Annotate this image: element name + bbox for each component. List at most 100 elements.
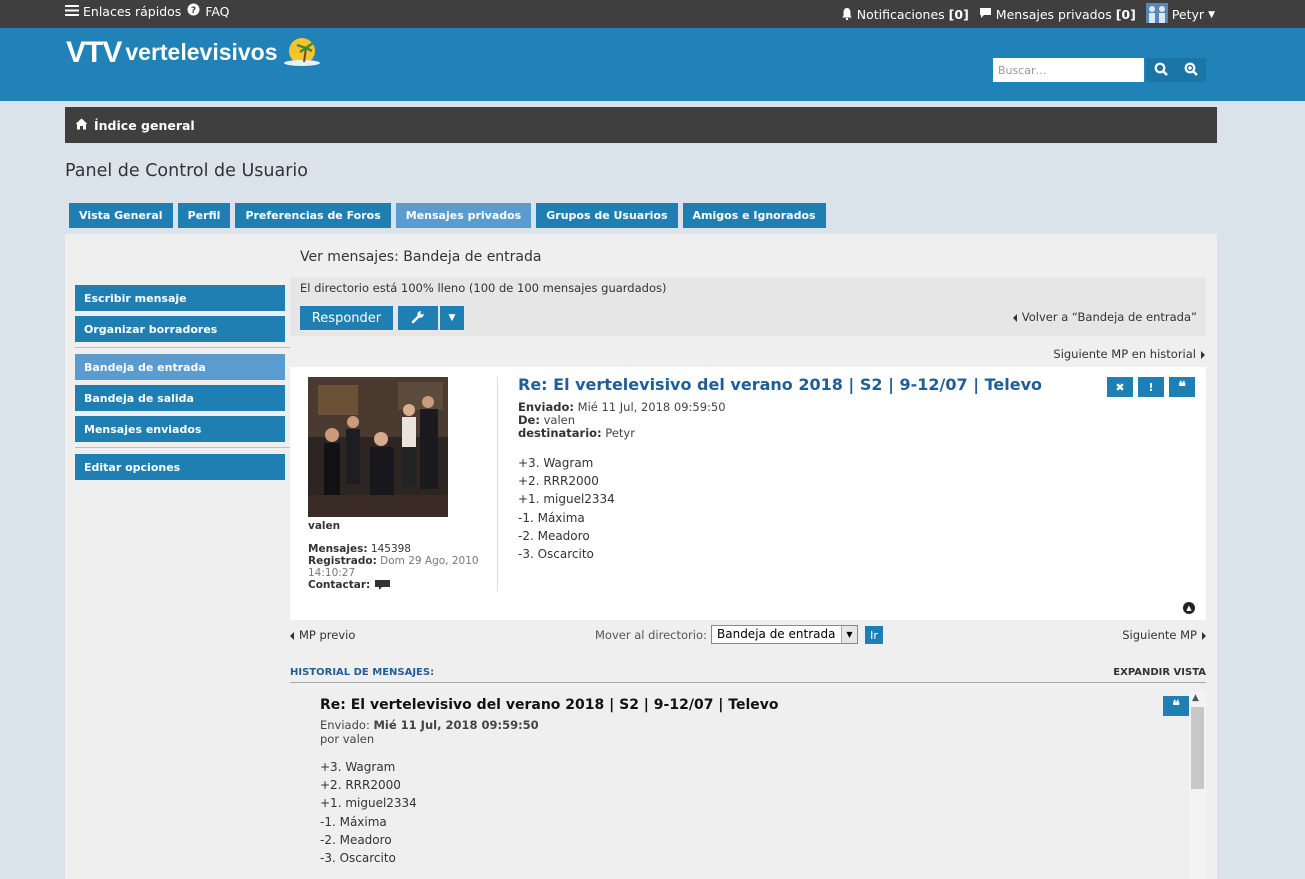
zoom-plus-icon <box>1184 62 1198 79</box>
next-pm-link[interactable]: Siguiente MP <box>1122 628 1206 642</box>
caret-down-icon: ▼ <box>448 313 456 323</box>
close-icon: ✖ <box>1115 380 1125 394</box>
home-icon <box>75 118 88 133</box>
history-message-title: Re: El vertelevisivo del verano 2018 | S… <box>320 697 779 713</box>
logo-text: vertelevisivos <box>125 39 278 65</box>
site-header: VTV vertelevisivos Buscar… <box>0 28 1305 101</box>
history-quote-button[interactable]: ❝ <box>1163 696 1189 716</box>
tab-profile[interactable]: Perfil <box>177 203 231 228</box>
message-title[interactable]: Re: El vertelevisivo del verano 2018 | S… <box>518 375 1042 394</box>
quote-icon: ❝ <box>1178 379 1186 395</box>
faq-label: FAQ <box>205 3 230 19</box>
sender[interactable]: valen <box>544 413 575 427</box>
exclamation-icon: ! <box>1148 380 1154 394</box>
search-input[interactable]: Buscar… <box>993 58 1144 82</box>
registered-label: Registrado: <box>308 555 377 567</box>
folder-select[interactable]: Bandeja de entrada ▼ <box>711 625 858 644</box>
quote-button[interactable]: ❝ <box>1169 377 1195 397</box>
next-pm-history-link[interactable]: Siguiente MP en historial <box>1053 347 1205 361</box>
history-scrollbar[interactable]: ▲ <box>1189 691 1206 879</box>
message-meta: Enviado: Mié 11 Jul, 2018 09:59:50 De: v… <box>518 400 726 440</box>
search-icon <box>1154 62 1168 79</box>
notifications-label: Notificaciones <box>856 7 945 22</box>
tab-board-preferences[interactable]: Preferencias de Foros <box>235 203 391 228</box>
posts-value: 145398 <box>370 543 411 555</box>
hamburger-icon <box>65 4 79 19</box>
recipient[interactable]: Petyr <box>605 426 635 440</box>
message-body: +3. Wagram +2. RRR2000 +1. miguel2334 -1… <box>518 456 615 562</box>
move-to-folder-label: Mover al directorio: <box>595 628 707 642</box>
username: Petyr <box>1171 7 1205 22</box>
faq-link[interactable]: ? FAQ <box>187 3 230 19</box>
sent-date: Mié 11 Jul, 2018 09:59:50 <box>577 400 726 414</box>
history-message-meta: Enviado: Mié 11 Jul, 2018 09:59:50 por v… <box>320 718 539 746</box>
private-messages-link[interactable]: Mensajes privados [0] <box>979 7 1136 22</box>
message-history: Re: El vertelevisivo del verano 2018 | S… <box>290 691 1206 879</box>
advanced-search-button[interactable] <box>1176 58 1206 82</box>
notifications-count: [0] <box>948 7 969 22</box>
top-bar: Enlaces rápidos ? FAQ Notificaciones [0]… <box>0 0 1305 28</box>
pm-count: [0] <box>1115 7 1136 22</box>
sidebar-item-outbox[interactable]: Bandeja de salida <box>75 385 285 411</box>
breadcrumb-home-link[interactable]: Índice general <box>94 118 195 133</box>
folder-status-text: El directorio está 100% lleno (100 de 10… <box>300 281 667 295</box>
sidebar-item-inbox[interactable]: Bandeja de entrada <box>75 354 285 380</box>
message-history-header: HISTORIAL DE MENSAJES: EXPANDIR VISTA <box>290 667 1206 683</box>
previous-pm-link[interactable]: MP previo <box>290 628 355 642</box>
notifications-link[interactable]: Notificaciones [0] <box>841 7 969 23</box>
section-title: Ver mensajes: Bandeja de entrada <box>300 249 542 265</box>
bell-icon <box>841 7 853 23</box>
sun-palm-icon <box>282 34 322 71</box>
question-icon: ? <box>187 3 201 19</box>
tab-usergroups[interactable]: Grupos de Usuarios <box>536 203 678 228</box>
sidebar-item-drafts[interactable]: Organizar borradores <box>75 316 285 342</box>
private-message: valen Mensajes: 145398 Registrado: Dom 2… <box>290 367 1206 620</box>
tools-button[interactable] <box>398 306 438 330</box>
chat-bubble-icon <box>979 7 992 22</box>
author-name[interactable]: valen <box>308 520 340 532</box>
page-title: Panel de Control de Usuario <box>65 161 308 181</box>
search-button[interactable] <box>1146 58 1176 82</box>
sidebar-item-compose[interactable]: Escribir mensaje <box>75 285 285 311</box>
tab-friends-foes[interactable]: Amigos e Ignorados <box>682 203 826 228</box>
tools-dropdown-button[interactable]: ▼ <box>440 306 464 330</box>
author-info: Mensajes: 145398 Registrado: Dom 29 Ago,… <box>308 543 488 591</box>
reply-button[interactable]: Responder <box>300 306 393 330</box>
breadcrumb: Índice general <box>65 107 1217 143</box>
site-logo[interactable]: VTV vertelevisivos <box>66 34 322 71</box>
user-menu[interactable]: Petyr ▼ <box>1145 3 1215 26</box>
expand-view-link[interactable]: EXPANDIR VISTA <box>1113 667 1206 678</box>
chevron-down-icon: ▼ <box>841 626 857 643</box>
quick-links-menu[interactable]: Enlaces rápidos <box>65 4 181 19</box>
posts-label: Mensajes: <box>308 543 368 555</box>
scroll-up-icon[interactable]: ▲ <box>1192 693 1199 703</box>
message-navigation: MP previo Mover al directorio: Bandeja d… <box>290 622 1206 648</box>
go-button[interactable]: Ir <box>865 626 883 644</box>
tab-private-messages[interactable]: Mensajes privados <box>395 203 532 228</box>
wrench-icon <box>411 310 425 327</box>
quick-links-label: Enlaces rápidos <box>83 3 182 19</box>
logo-mark: VTV <box>66 35 122 69</box>
back-to-top-icon[interactable]: ▲ <box>1183 602 1195 614</box>
sidebar-divider <box>75 347 290 348</box>
ucp-tabs: Vista General Perfil Preferencias de For… <box>69 203 826 228</box>
contact-icon[interactable] <box>374 579 391 591</box>
sidebar-item-sent[interactable]: Mensajes enviados <box>75 416 285 442</box>
author-avatar <box>308 377 448 517</box>
back-to-inbox-link[interactable]: Volver a “Bandeja de entrada” <box>1012 310 1197 324</box>
private-messages-label: Mensajes privados <box>995 7 1112 22</box>
sidebar-item-options[interactable]: Editar opciones <box>75 454 285 480</box>
scroll-thumb[interactable] <box>1191 707 1204 789</box>
history-title: HISTORIAL DE MENSAJES: <box>290 667 435 678</box>
sidebar-divider <box>75 447 290 448</box>
contact-label: Contactar: <box>308 579 371 591</box>
quote-icon: ❝ <box>1172 698 1180 714</box>
tab-overview[interactable]: Vista General <box>69 203 173 228</box>
caret-down-icon: ▼ <box>1208 9 1215 20</box>
history-message-body: +3. Wagram +2. RRR2000 +1. miguel2334 -1… <box>320 760 417 866</box>
divider <box>497 377 498 591</box>
avatar <box>1145 3 1168 26</box>
report-button[interactable]: ! <box>1138 377 1164 397</box>
svg-text:?: ? <box>191 6 196 16</box>
delete-button[interactable]: ✖ <box>1107 377 1133 397</box>
